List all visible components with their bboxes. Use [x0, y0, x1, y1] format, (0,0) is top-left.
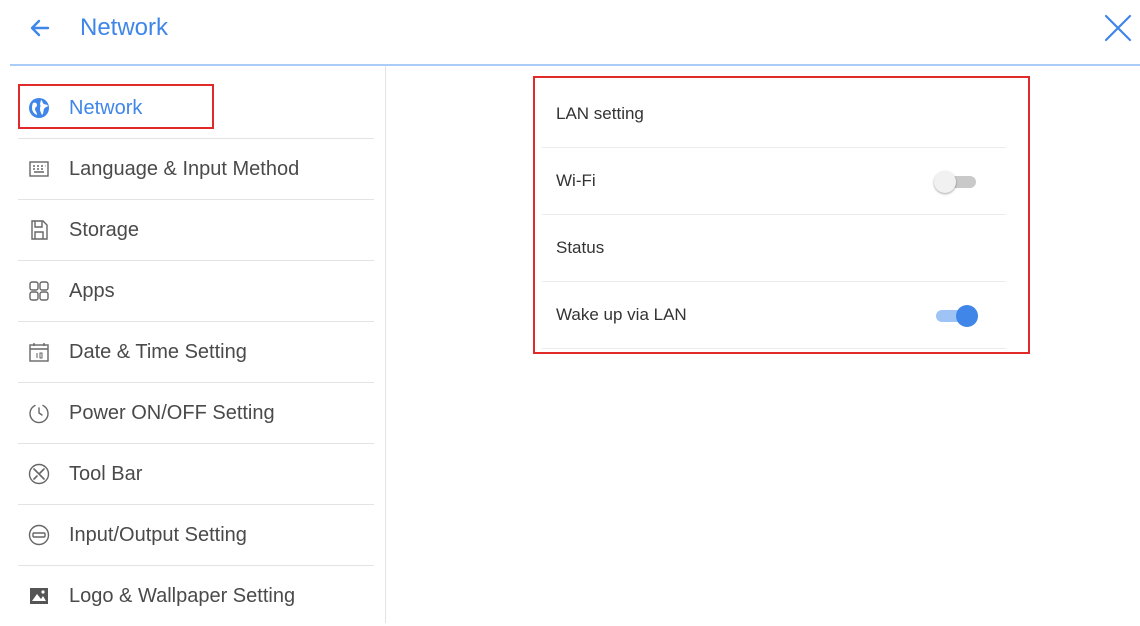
toggle-knob [956, 305, 978, 327]
wifi-label: Wi-Fi [556, 171, 596, 190]
sidebar-item-tool-bar[interactable]: Tool Bar [18, 444, 374, 505]
status-row[interactable]: Status [542, 214, 1006, 282]
input-output-icon [28, 524, 50, 546]
sidebar-divider [385, 66, 386, 623]
sidebar-item-date-time[interactable]: Date & Time Setting [18, 322, 374, 383]
status-label: Status [556, 238, 605, 257]
sidebar-item-label: Power ON/OFF Setting [69, 402, 275, 424]
close-icon[interactable] [1102, 12, 1134, 44]
sidebar-item-label: Date & Time Setting [69, 341, 247, 363]
wake-up-via-lan-row[interactable]: Wake up via LAN [542, 281, 1006, 349]
top-bar: Network [0, 0, 1140, 64]
globe-icon [29, 98, 49, 118]
sidebar-item-label: Tool Bar [69, 463, 143, 485]
lan-setting-row[interactable]: LAN setting [542, 80, 1006, 148]
sidebar-item-label: Apps [69, 280, 115, 302]
header-divider [10, 64, 1140, 66]
sidebar-item-storage[interactable]: Storage [18, 200, 374, 261]
sidebar-item-label: Logo & Wallpaper Setting [69, 585, 296, 607]
lan-setting-label: LAN setting [556, 104, 644, 123]
sidebar-item-label: Storage [69, 219, 140, 241]
sidebar-item-power-on-off[interactable]: Power ON/OFF Setting [18, 383, 374, 444]
sidebar-item-label: Network [69, 97, 143, 119]
wifi-row[interactable]: Wi-Fi [542, 147, 1006, 215]
toggle-knob [934, 171, 956, 193]
keyboard-icon [29, 161, 49, 177]
wake-up-via-lan-label: Wake up via LAN [556, 305, 687, 324]
wifi-toggle[interactable] [934, 169, 982, 193]
network-settings-panel: LAN setting Wi-Fi Status Wake up via LAN [533, 76, 1030, 354]
power-timer-icon [29, 404, 49, 424]
settings-sidebar: Network Language & Input Method Storage … [18, 78, 374, 626]
apps-grid-icon [29, 281, 49, 301]
sidebar-item-apps[interactable]: Apps [18, 261, 374, 322]
arrow-left-icon[interactable] [26, 14, 54, 42]
calendar-icon [29, 343, 49, 362]
sidebar-item-label: Input/Output Setting [69, 524, 247, 546]
page-title: Network [80, 14, 169, 41]
sidebar-item-input-output[interactable]: Input/Output Setting [18, 505, 374, 566]
image-icon [30, 588, 48, 604]
sidebar-item-network[interactable]: Network [18, 78, 374, 139]
storage-icon [31, 220, 48, 240]
tools-icon [28, 463, 50, 485]
sidebar-item-language-input[interactable]: Language & Input Method [18, 139, 374, 200]
sidebar-item-label: Language & Input Method [69, 158, 300, 180]
sidebar-item-logo-wallpaper[interactable]: Logo & Wallpaper Setting [18, 566, 374, 626]
wake-up-via-lan-toggle[interactable] [934, 303, 982, 327]
